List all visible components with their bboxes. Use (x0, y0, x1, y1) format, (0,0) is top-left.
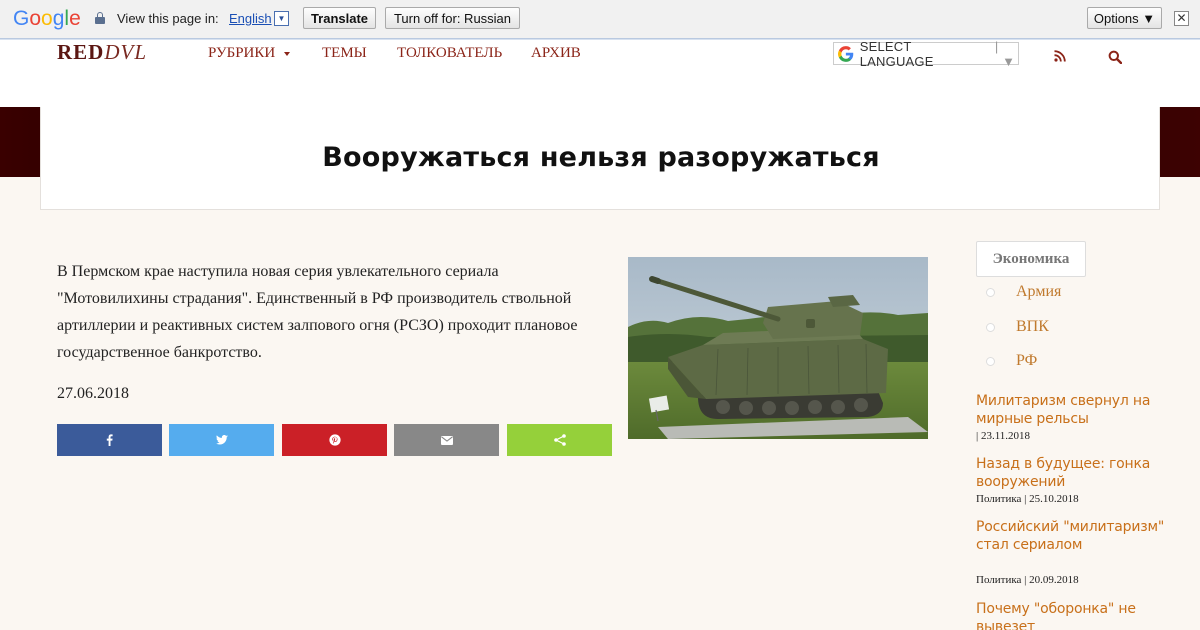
view-page-label: View this page in: (117, 11, 219, 26)
category-label: Армия (1016, 283, 1062, 300)
rss-icon[interactable] (1054, 50, 1066, 62)
facebook-icon (106, 434, 113, 446)
bullet-icon (986, 288, 995, 297)
turn-off-button[interactable]: Turn off for: Russian (385, 7, 520, 29)
article-date: 27.06.2018 (57, 385, 129, 402)
sidebar-post-title[interactable]: Почему "оборонка" не вывезет (976, 600, 1166, 630)
nav-interpreter[interactable]: ТОЛКОВАТЕЛЬ (397, 45, 502, 62)
sidebar-post-meta: Политика | 25.10.2018 (976, 493, 1079, 505)
translate-bar: Google View this page in: English ▼ Tran… (0, 0, 1200, 40)
select-arrow-icon: | ▼ (994, 38, 1015, 69)
sidebar-post-title[interactable]: Российский "милитаризм" стал сериалом (976, 518, 1166, 554)
logo-main: RED (57, 40, 105, 64)
google-logo-letter: o (29, 7, 42, 30)
twitter-icon (215, 435, 228, 445)
options-button[interactable]: Options ▼ (1087, 7, 1162, 29)
google-logo: Google (13, 7, 81, 31)
sidebar-post-title[interactable]: Милитаризм свернул на мирные рельсы (976, 392, 1166, 428)
lock-icon (95, 12, 105, 24)
bullet-icon (986, 357, 995, 366)
share-twitter-button[interactable] (169, 424, 274, 456)
language-link[interactable]: English (229, 11, 272, 26)
email-icon (440, 435, 453, 445)
nav-rubrics[interactable]: РУБРИКИ (208, 45, 275, 62)
page-title: Вооружаться нельзя разоружаться (322, 142, 880, 173)
share-email-button[interactable] (394, 424, 499, 456)
site-header: REDDVL РУБРИКИ ТЕМЫ ТОЛКОВАТЕЛЬ АРХИВ SE… (0, 39, 1200, 107)
share-pinterest-button[interactable] (282, 424, 387, 456)
sidebar-post-meta: Политика | 20.09.2018 (976, 574, 1079, 586)
search-icon[interactable] (1108, 50, 1122, 64)
select-language-label: SELECT LANGUAGE (859, 38, 934, 69)
sidebar-post-meta: | 23.11.2018 (976, 430, 1031, 442)
select-arrow-glyph: ▼ (1002, 53, 1015, 69)
category-label: ВПК (1016, 318, 1049, 335)
site-logo[interactable]: REDDVL (57, 40, 147, 65)
language-select[interactable]: SELECT LANGUAGE | ▼ (833, 39, 1019, 69)
share-facebook-button[interactable] (57, 424, 162, 456)
nav-archive[interactable]: АРХИВ (531, 45, 581, 62)
google-logo-letter: o (41, 7, 53, 30)
google-g-icon (838, 45, 854, 62)
logo-tail: DVL (104, 40, 148, 64)
title-box: Вооружаться нельзя разоружаться (40, 107, 1160, 210)
translate-button[interactable]: Translate (303, 7, 376, 29)
article-lead: В Пермском крае наступила новая серия ув… (57, 263, 578, 361)
category-tag[interactable]: Экономика (976, 241, 1086, 277)
nav-themes[interactable]: ТЕМЫ (322, 45, 367, 62)
category-label: РФ (1016, 352, 1038, 369)
share-more-button[interactable] (507, 424, 612, 456)
share-icon (553, 434, 566, 446)
chevron-down-icon (284, 52, 290, 56)
bullet-icon (986, 323, 995, 332)
article-image (628, 257, 928, 439)
language-dropdown-icon[interactable]: ▼ (274, 11, 289, 26)
google-logo-letter: g (52, 7, 65, 30)
sidebar-post-title[interactable]: Назад в будущее: гонка вооружений (976, 455, 1166, 491)
pinterest-icon (328, 434, 341, 446)
google-logo-letter: G (13, 7, 30, 30)
google-logo-letter: e (69, 7, 81, 30)
close-icon[interactable]: ✕ (1174, 11, 1189, 26)
